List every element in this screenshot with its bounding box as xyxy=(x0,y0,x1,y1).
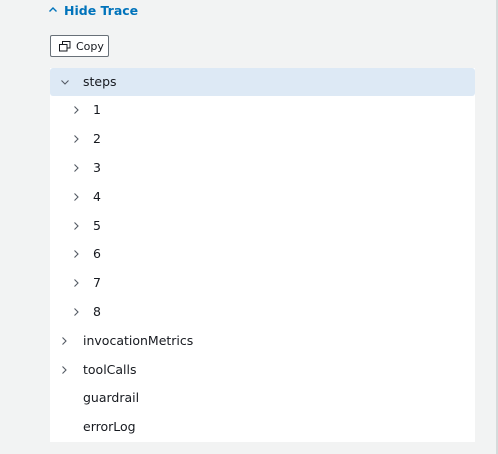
hide-trace-toggle[interactable]: Hide Trace xyxy=(48,1,138,19)
tree-node-step[interactable]: 3 xyxy=(50,154,475,182)
chevron-right-icon[interactable] xyxy=(71,307,81,317)
tree-node-label: 8 xyxy=(93,304,101,319)
tree-node-label: invocationMetrics xyxy=(83,333,194,348)
chevron-right-icon[interactable] xyxy=(59,336,69,346)
chevron-up-icon xyxy=(49,7,57,12)
tree-node-label: 7 xyxy=(93,275,101,290)
tree-node-tool-calls[interactable]: toolCalls xyxy=(50,356,475,384)
copy-button-label: Copy xyxy=(76,39,104,53)
tree-node-step[interactable]: 7 xyxy=(50,269,475,297)
chevron-right-icon[interactable] xyxy=(71,221,81,231)
tree-node-label: guardrail xyxy=(83,390,140,405)
tree-node-step[interactable]: 4 xyxy=(50,183,475,211)
tree-node-label: 1 xyxy=(93,102,101,117)
tree-node-step[interactable]: 1 xyxy=(50,96,475,124)
copy-icon xyxy=(59,40,71,51)
tree-node-label: 5 xyxy=(93,218,101,233)
tree-node-step[interactable]: 2 xyxy=(50,125,475,153)
hide-trace-label: Hide Trace xyxy=(64,2,139,18)
tree-node-label: 3 xyxy=(93,160,101,175)
chevron-right-icon[interactable] xyxy=(71,105,81,115)
chevron-right-icon[interactable] xyxy=(71,163,81,173)
chevron-right-icon[interactable] xyxy=(71,249,81,259)
tree-node-steps[interactable]: steps xyxy=(50,68,475,96)
tree-node-step[interactable]: 5 xyxy=(50,212,475,240)
tree-node-label: 2 xyxy=(93,131,101,146)
tree-node-label: 6 xyxy=(93,246,101,261)
trace-tree: steps 1 2 3 4 5 6 7 8 invocationMetrics … xyxy=(50,68,475,442)
chevron-right-icon[interactable] xyxy=(71,192,81,202)
tree-node-label: 4 xyxy=(93,189,101,204)
chevron-right-icon[interactable] xyxy=(71,278,81,288)
tree-node-label: toolCalls xyxy=(83,362,137,377)
tree-node-error-log[interactable]: errorLog xyxy=(50,413,475,441)
chevron-right-icon[interactable] xyxy=(71,134,81,144)
chevron-down-icon[interactable] xyxy=(60,77,70,87)
tree-node-guardrail[interactable]: guardrail xyxy=(50,384,475,412)
tree-node-label: errorLog xyxy=(83,419,136,434)
tree-node-label: steps xyxy=(83,74,117,89)
tree-node-step[interactable]: 6 xyxy=(50,240,475,268)
tree-node-invocation-metrics[interactable]: invocationMetrics xyxy=(50,327,475,355)
chevron-right-icon[interactable] xyxy=(59,365,69,375)
tree-node-step[interactable]: 8 xyxy=(50,298,475,326)
copy-button[interactable]: Copy xyxy=(50,35,109,57)
